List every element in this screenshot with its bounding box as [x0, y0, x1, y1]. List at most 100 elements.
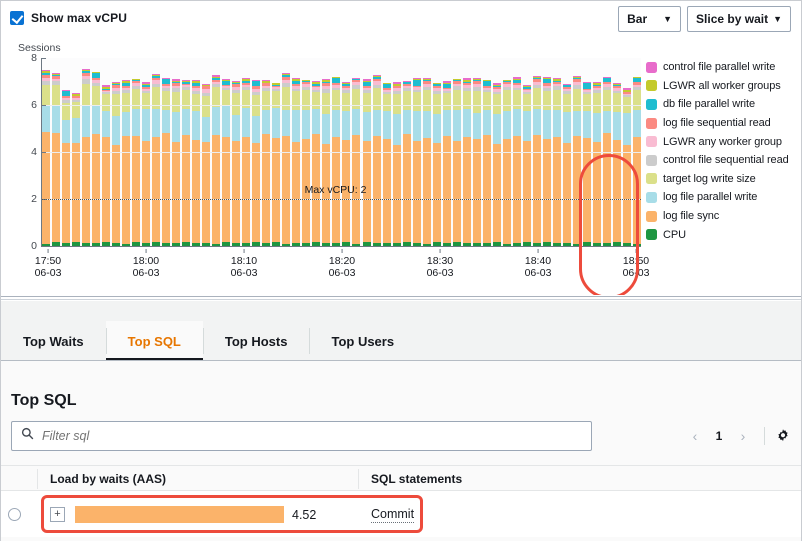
bar-segment-log-file-parallel-write[interactable]	[262, 110, 270, 134]
row-expander-button[interactable]: +	[50, 507, 65, 522]
chart-bar[interactable]	[102, 85, 110, 246]
gear-icon[interactable]	[775, 428, 791, 444]
bar-segment-target-log-write-size[interactable]	[142, 93, 150, 109]
legend-item[interactable]: log file sync	[646, 207, 798, 226]
bar-segment-log-file-parallel-write[interactable]	[142, 109, 150, 141]
bar-segment-log-file-sync[interactable]	[383, 139, 391, 243]
search-input[interactable]	[42, 429, 582, 443]
bar-segment-log-file-parallel-write[interactable]	[383, 111, 391, 139]
bar-segment-log-file-parallel-write[interactable]	[252, 116, 260, 143]
bar-segment-target-log-write-size[interactable]	[92, 86, 100, 107]
bar-segment-target-log-write-size[interactable]	[633, 90, 641, 110]
bar-segment-log-file-sync[interactable]	[252, 143, 260, 243]
bar-segment-target-log-write-size[interactable]	[523, 94, 531, 111]
bar-segment-log-file-parallel-write[interactable]	[202, 117, 210, 142]
bar-segment-log-file-parallel-write[interactable]	[212, 107, 220, 135]
chart-bar[interactable]	[413, 78, 421, 246]
bar-segment-log-file-parallel-write[interactable]	[92, 106, 100, 134]
bar-segment-log-file-parallel-write[interactable]	[102, 111, 110, 136]
bar-segment-log-file-parallel-write[interactable]	[543, 110, 551, 139]
tab-top-waits[interactable]: Top Waits	[1, 321, 106, 361]
bar-segment-log-file-parallel-write[interactable]	[623, 113, 631, 144]
bar-segment-log-file-sync[interactable]	[393, 145, 401, 243]
bar-segment-log-file-sync[interactable]	[563, 143, 571, 243]
bar-segment-log-file-sync[interactable]	[172, 142, 180, 243]
bar-segment-log-file-parallel-write[interactable]	[302, 110, 310, 138]
chart-legend[interactable]: control file parallel writeLGWR all work…	[646, 58, 798, 244]
chart-bar[interactable]	[222, 79, 230, 246]
bar-segment-target-log-write-size[interactable]	[463, 91, 471, 110]
bar-segment-log-file-parallel-write[interactable]	[403, 110, 411, 134]
bar-segment-log-file-parallel-write[interactable]	[373, 110, 381, 136]
bar-segment-log-file-sync[interactable]	[523, 141, 531, 243]
bar-segment-target-log-write-size[interactable]	[172, 92, 180, 113]
search-box[interactable]	[11, 421, 592, 451]
bar-segment-target-log-write-size[interactable]	[563, 94, 571, 112]
legend-item[interactable]: control file sequential read	[646, 151, 798, 170]
bar-segment-log-file-sync[interactable]	[453, 141, 461, 242]
bar-segment-log-file-parallel-write[interactable]	[613, 112, 621, 140]
bar-segment-log-file-parallel-write[interactable]	[162, 110, 170, 133]
bar-segment-log-file-parallel-write[interactable]	[312, 109, 320, 134]
next-page-button[interactable]: ›	[732, 428, 754, 444]
bar-segment-log-file-sync[interactable]	[162, 133, 170, 243]
bar-segment-log-file-parallel-write[interactable]	[553, 110, 561, 138]
bar-segment-log-file-parallel-write[interactable]	[503, 111, 511, 139]
chart-bar[interactable]	[282, 73, 290, 246]
bar-segment-log-file-parallel-write[interactable]	[493, 114, 501, 143]
bar-segment-log-file-sync[interactable]	[52, 133, 60, 242]
legend-item[interactable]: LGWR any worker group	[646, 132, 798, 151]
chart-bar[interactable]	[623, 88, 631, 246]
legend-item[interactable]: db file parallel write	[646, 95, 798, 114]
bar-segment-target-log-write-size[interactable]	[613, 93, 621, 112]
chart-bar[interactable]	[403, 81, 411, 246]
chart-bar[interactable]	[212, 75, 220, 246]
legend-item[interactable]: LGWR all worker groups	[646, 77, 798, 96]
legend-item[interactable]: log file sequential read	[646, 114, 798, 133]
bar-segment-target-log-write-size[interactable]	[332, 90, 340, 110]
chart-bar[interactable]	[583, 82, 591, 246]
bar-segment-log-file-sync[interactable]	[603, 133, 611, 243]
bar-segment-log-file-parallel-write[interactable]	[192, 111, 200, 140]
bar-segment-log-file-sync[interactable]	[413, 141, 421, 243]
bar-segment-log-file-parallel-write[interactable]	[152, 109, 160, 137]
bar-segment-target-log-write-size[interactable]	[122, 93, 130, 112]
bar-segment-log-file-sync[interactable]	[92, 134, 100, 243]
bar-segment-log-file-parallel-write[interactable]	[473, 113, 481, 139]
bar-segment-log-file-parallel-write[interactable]	[463, 109, 471, 137]
bar-segment-log-file-sync[interactable]	[242, 137, 250, 243]
bar-segment-log-file-sync[interactable]	[42, 132, 50, 244]
chart-bar[interactable]	[112, 82, 120, 246]
bar-segment-log-file-sync[interactable]	[463, 137, 471, 243]
bar-segment-log-file-parallel-write[interactable]	[62, 120, 70, 142]
chart-bar[interactable]	[593, 82, 601, 246]
bar-segment-log-file-sync[interactable]	[112, 145, 120, 243]
bar-segment-target-log-write-size[interactable]	[202, 96, 210, 117]
chart-bar[interactable]	[242, 78, 250, 246]
bar-segment-target-log-write-size[interactable]	[342, 93, 350, 111]
bar-segment-log-file-sync[interactable]	[493, 144, 501, 243]
bar-segment-target-log-write-size[interactable]	[52, 85, 60, 105]
bar-segment-log-file-sync[interactable]	[72, 143, 80, 243]
chart-bar[interactable]	[342, 82, 350, 246]
column-header-sql-statements[interactable]: SQL statements	[371, 466, 462, 492]
bar-segment-log-file-sync[interactable]	[232, 141, 240, 243]
chart-bar[interactable]	[633, 77, 641, 246]
bar-segment-target-log-write-size[interactable]	[433, 94, 441, 114]
chart-bar[interactable]	[603, 77, 611, 246]
bar-segment-log-file-parallel-write[interactable]	[282, 110, 290, 136]
bar-segment-log-file-parallel-write[interactable]	[523, 111, 531, 141]
bar-segment-target-log-write-size[interactable]	[443, 93, 451, 110]
legend-item[interactable]: log file parallel write	[646, 188, 798, 207]
bar-segment-target-log-write-size[interactable]	[42, 85, 50, 107]
bar-segment-log-file-parallel-write[interactable]	[222, 106, 230, 137]
bar-segment-log-file-parallel-write[interactable]	[42, 106, 50, 132]
bar-segment-log-file-parallel-write[interactable]	[563, 112, 571, 143]
bar-segment-target-log-write-size[interactable]	[583, 94, 591, 111]
bar-segment-target-log-write-size[interactable]	[423, 90, 431, 111]
bar-segment-target-log-write-size[interactable]	[453, 90, 461, 111]
chart-bar[interactable]	[62, 90, 70, 246]
bar-segment-log-file-sync[interactable]	[262, 134, 270, 244]
bar-segment-log-file-parallel-write[interactable]	[443, 110, 451, 135]
bar-segment-log-file-sync[interactable]	[433, 143, 441, 243]
